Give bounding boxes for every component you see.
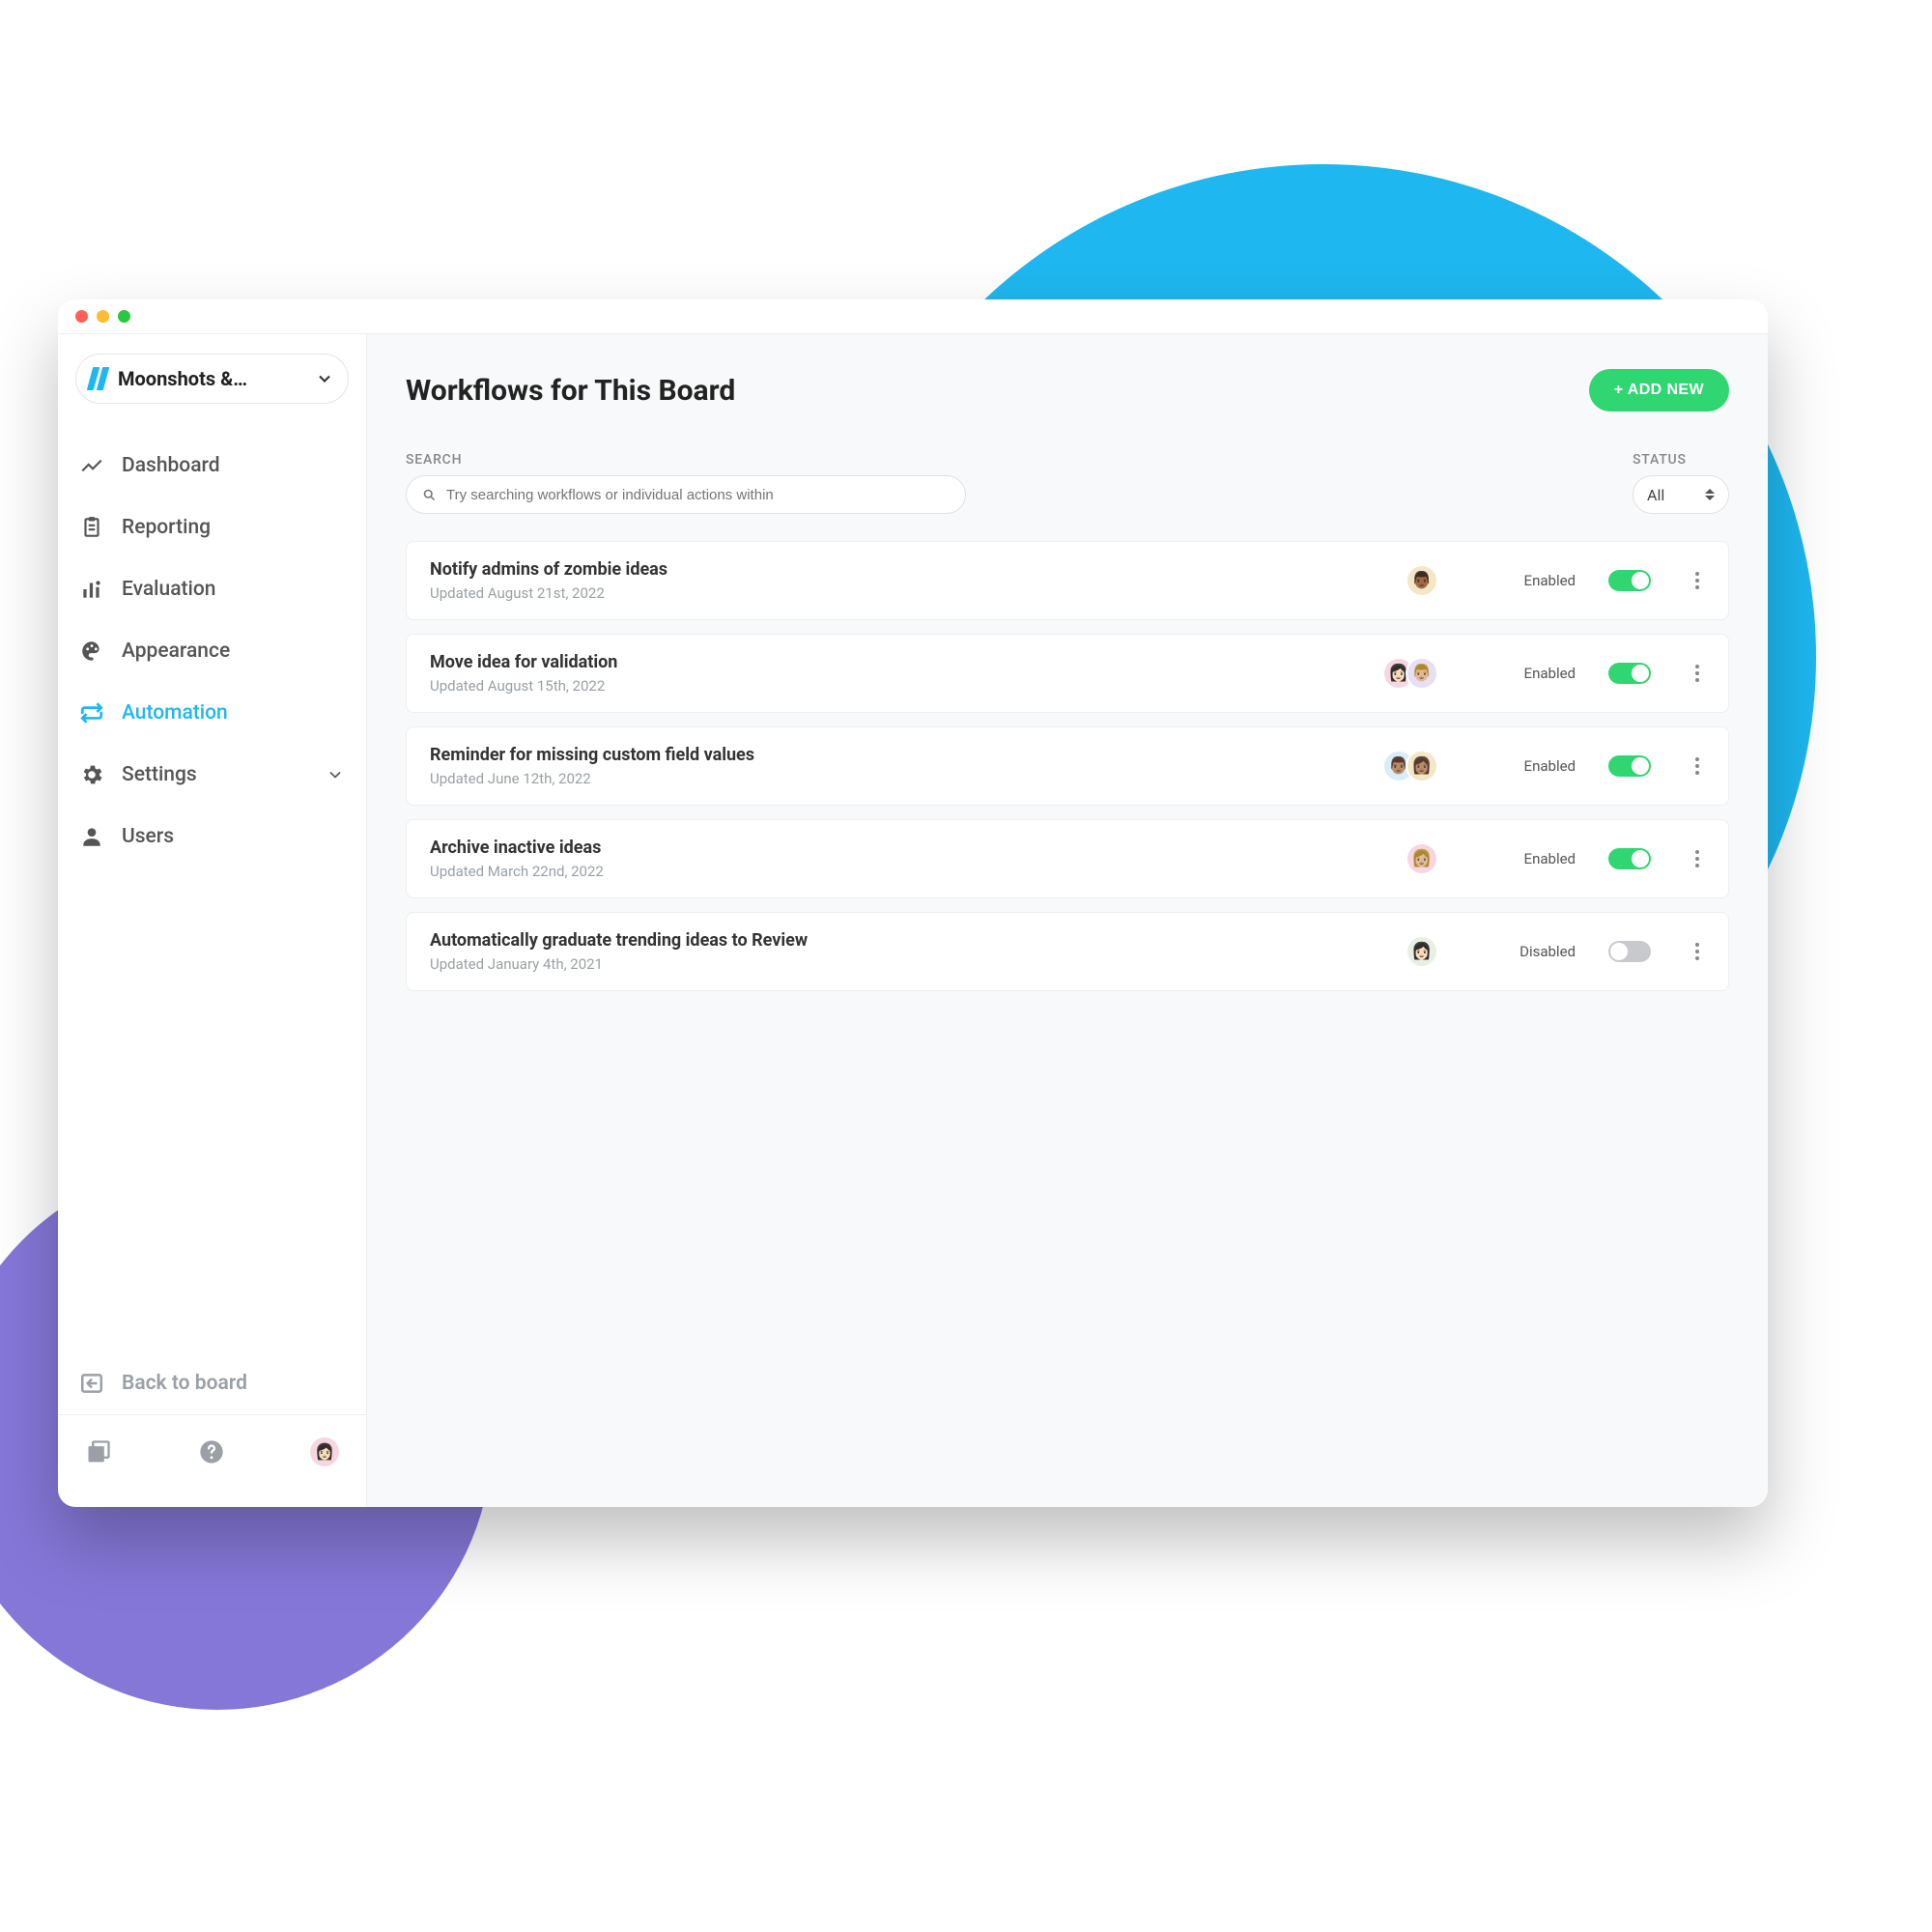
workflow-title: Reminder for missing custom field values xyxy=(430,745,1363,765)
workflow-toggle[interactable] xyxy=(1608,570,1651,591)
search-label: SEARCH xyxy=(406,452,966,468)
kebab-menu-icon[interactable] xyxy=(1690,752,1705,781)
bar-chart-icon xyxy=(79,577,104,602)
chevron-down-icon xyxy=(315,369,334,388)
main-content: Workflows for This Board + ADD NEW SEARC… xyxy=(367,334,1768,1507)
avatar: 👩🏻 xyxy=(1406,935,1438,968)
workflow-updated: Updated January 4th, 2021 xyxy=(430,955,1386,973)
workflow-info: Move idea for validation Updated August … xyxy=(430,652,1363,695)
workflow-status-label: Enabled xyxy=(1516,665,1576,682)
workflow-avatars: 👩🏻 xyxy=(1406,935,1438,968)
kebab-menu-icon[interactable] xyxy=(1690,844,1705,873)
workflow-status-label: Disabled xyxy=(1516,943,1576,960)
sidebar-item-automation[interactable]: Automation xyxy=(58,682,366,744)
workflow-toggle[interactable] xyxy=(1608,663,1651,684)
user-avatar[interactable]: 👩🏻 xyxy=(310,1437,339,1466)
workflow-row[interactable]: Reminder for missing custom field values… xyxy=(406,726,1729,806)
workflow-title: Archive inactive ideas xyxy=(430,838,1386,858)
sidebar-item-users[interactable]: Users xyxy=(58,806,366,867)
user-icon xyxy=(79,824,104,849)
workflow-row[interactable]: Move idea for validation Updated August … xyxy=(406,634,1729,713)
sidebar-item-label: Automation xyxy=(122,701,228,724)
add-new-button[interactable]: + ADD NEW xyxy=(1589,369,1729,412)
sidebar-item-label: Appearance xyxy=(122,639,230,663)
chevron-down-icon xyxy=(326,765,345,784)
sidebar-footer: 👩🏻 xyxy=(58,1414,366,1488)
repeat-icon xyxy=(79,700,104,725)
clipboard-icon xyxy=(79,515,104,540)
workflow-updated: Updated March 22nd, 2022 xyxy=(430,863,1386,880)
app-window: Moonshots &… Dashboard Reporting Evaluat… xyxy=(58,299,1768,1507)
sidebar-item-reporting[interactable]: Reporting xyxy=(58,497,366,558)
sidebar-item-label: Reporting xyxy=(122,516,211,539)
sidebar-item-label: Evaluation xyxy=(122,578,215,601)
avatar: 👩🏽 xyxy=(1406,750,1438,782)
back-to-board-link[interactable]: Back to board xyxy=(58,1352,366,1414)
sidebar-item-settings[interactable]: Settings xyxy=(58,744,366,806)
workflow-info: Automatically graduate trending ideas to… xyxy=(430,930,1386,973)
workflow-avatars: 👩🏼 xyxy=(1406,842,1438,875)
window-minimize-icon[interactable] xyxy=(97,310,109,323)
trending-icon xyxy=(79,453,104,478)
kebab-menu-icon[interactable] xyxy=(1690,659,1705,688)
workflow-toggle[interactable] xyxy=(1608,848,1651,869)
workflow-status-label: Enabled xyxy=(1516,850,1576,867)
workflow-row[interactable]: Archive inactive ideas Updated March 22n… xyxy=(406,819,1729,898)
workflow-avatars: 👨🏾 xyxy=(1406,564,1438,597)
workflow-info: Notify admins of zombie ideas Updated Au… xyxy=(430,559,1386,602)
sidebar-item-label: Dashboard xyxy=(122,454,220,477)
sidebar-nav: Dashboard Reporting Evaluation Appearanc… xyxy=(58,435,366,867)
avatar: 👨🏾 xyxy=(1406,564,1438,597)
kebab-menu-icon[interactable] xyxy=(1690,566,1705,595)
board-selector[interactable]: Moonshots &… xyxy=(75,354,349,404)
avatar: 👨🏼 xyxy=(1406,657,1438,690)
workflow-info: Reminder for missing custom field values… xyxy=(430,745,1363,787)
search-icon xyxy=(422,488,437,502)
workflow-row[interactable]: Automatically graduate trending ideas to… xyxy=(406,912,1729,991)
workflow-row[interactable]: Notify admins of zombie ideas Updated Au… xyxy=(406,541,1729,620)
sidebar: Moonshots &… Dashboard Reporting Evaluat… xyxy=(58,334,367,1507)
window-maximize-icon[interactable] xyxy=(118,310,130,323)
sidebar-item-label: Settings xyxy=(122,763,197,786)
workflow-updated: Updated August 15th, 2022 xyxy=(430,677,1363,695)
app-logo-icon xyxy=(90,367,106,390)
kebab-menu-icon[interactable] xyxy=(1690,937,1705,966)
workflow-toggle[interactable] xyxy=(1608,755,1651,777)
page-title: Workflows for This Board xyxy=(406,374,735,408)
workflow-status-label: Enabled xyxy=(1516,757,1576,775)
sidebar-item-evaluation[interactable]: Evaluation xyxy=(58,558,366,620)
workflow-updated: Updated August 21st, 2022 xyxy=(430,584,1386,602)
search-input[interactable] xyxy=(446,487,950,503)
sort-icon xyxy=(1705,489,1715,500)
workflow-avatars: 👨🏽👩🏽 xyxy=(1382,750,1438,782)
window-close-icon[interactable] xyxy=(75,310,88,323)
status-select[interactable]: All xyxy=(1633,475,1729,514)
help-icon[interactable] xyxy=(198,1438,225,1465)
status-value: All xyxy=(1647,486,1664,504)
workflow-title: Move idea for validation xyxy=(430,652,1363,672)
palette-icon xyxy=(79,639,104,664)
workflow-title: Notify admins of zombie ideas xyxy=(430,559,1386,580)
workflow-toggle[interactable] xyxy=(1608,941,1651,962)
back-label: Back to board xyxy=(122,1372,247,1395)
search-input-wrapper[interactable] xyxy=(406,475,966,514)
window-titlebar xyxy=(58,299,1768,334)
sidebar-item-dashboard[interactable]: Dashboard xyxy=(58,435,366,497)
avatar: 👩🏼 xyxy=(1406,842,1438,875)
library-icon[interactable] xyxy=(85,1438,112,1465)
workflow-title: Automatically graduate trending ideas to… xyxy=(430,930,1386,951)
status-label: STATUS xyxy=(1633,452,1729,468)
workflow-updated: Updated June 12th, 2022 xyxy=(430,770,1363,787)
workflow-status-label: Enabled xyxy=(1516,572,1576,589)
gear-icon xyxy=(79,762,104,787)
workflow-list: Notify admins of zombie ideas Updated Au… xyxy=(406,541,1729,991)
back-icon xyxy=(79,1371,104,1396)
workflow-avatars: 👩🏻👨🏼 xyxy=(1382,657,1438,690)
workflow-info: Archive inactive ideas Updated March 22n… xyxy=(430,838,1386,880)
sidebar-item-appearance[interactable]: Appearance xyxy=(58,620,366,682)
board-name: Moonshots &… xyxy=(118,367,315,390)
sidebar-item-label: Users xyxy=(122,825,174,848)
